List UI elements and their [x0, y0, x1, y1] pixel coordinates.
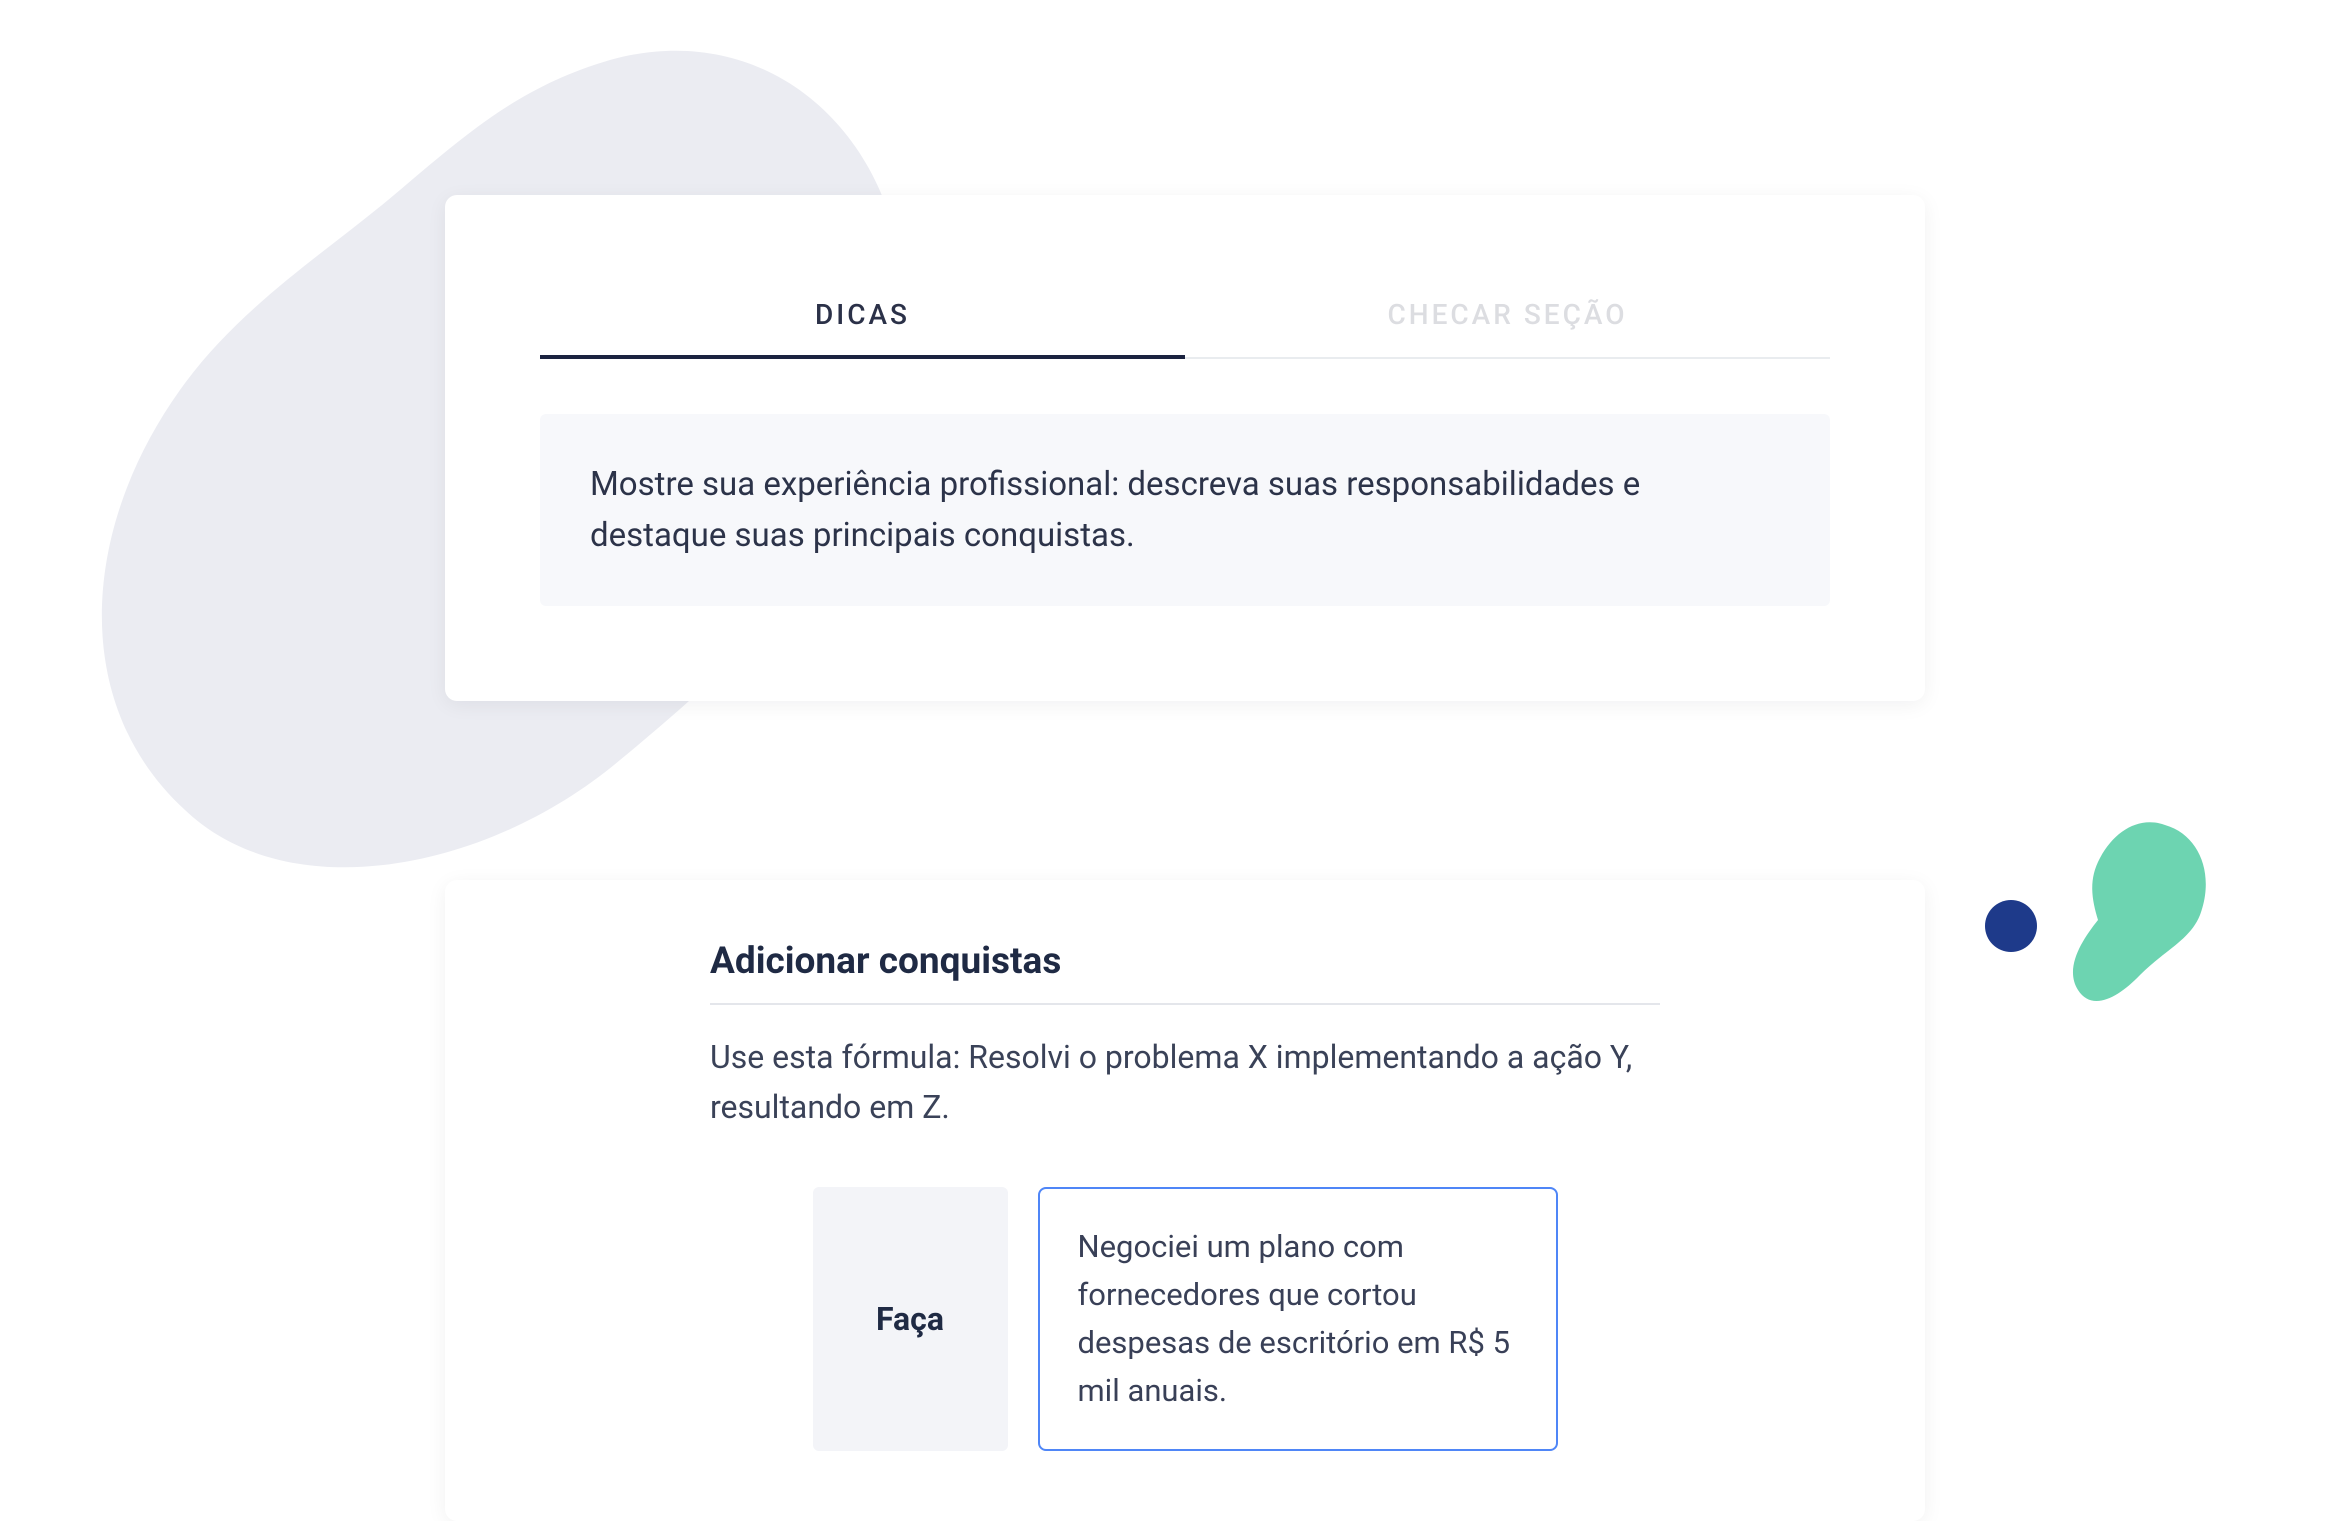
decorative-blob-teal	[2070, 820, 2210, 1010]
section-title: Adicionar conquistas	[710, 940, 1660, 1005]
decorative-dot-navy	[1985, 900, 2037, 952]
tabs-row: DICAS CHECAR SEÇÃO	[540, 280, 1830, 359]
do-label: Faça	[813, 1187, 1008, 1451]
tips-card: DICAS CHECAR SEÇÃO Mostre sua experiênci…	[445, 195, 1925, 701]
tip-body: Mostre sua experiência profissional: des…	[540, 414, 1830, 606]
do-row: Faça Negociei um plano com fornecedores …	[710, 1187, 1660, 1451]
do-example: Negociei um plano com fornecedores que c…	[1038, 1187, 1558, 1451]
section-description: Use esta fórmula: Resolvi o problema X i…	[710, 1033, 1660, 1132]
tab-checar-secao[interactable]: CHECAR SEÇÃO	[1185, 280, 1830, 357]
achievements-inner: Adicionar conquistas Use esta fórmula: R…	[710, 940, 1660, 1451]
tab-dicas[interactable]: DICAS	[540, 280, 1185, 357]
achievements-card: Adicionar conquistas Use esta fórmula: R…	[445, 880, 1925, 1521]
